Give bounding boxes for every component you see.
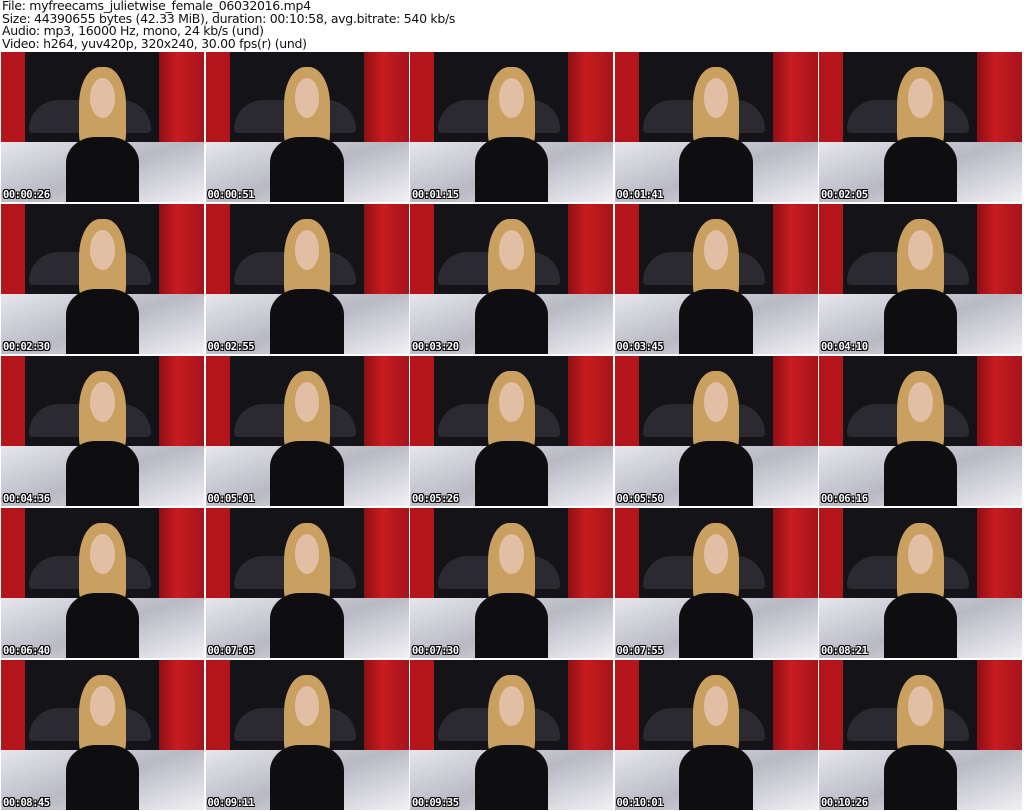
video-thumbnail: 00:08:21	[819, 508, 1022, 658]
timestamp: 00:01:41	[616, 189, 664, 201]
person	[679, 67, 753, 202]
person	[474, 523, 549, 658]
person	[474, 219, 549, 354]
video-thumbnail: 00:10:26	[819, 660, 1022, 810]
video-thumbnail: 00:04:36	[1, 356, 204, 506]
person	[474, 371, 549, 506]
video-thumbnail: 00:06:16	[819, 356, 1022, 506]
person	[270, 523, 344, 658]
video-thumbnail: 00:04:10	[819, 204, 1022, 354]
timestamp: 00:04:10	[821, 341, 868, 353]
video-thumbnail: 00:03:45	[614, 204, 818, 354]
video-thumbnail: 00:05:26	[410, 356, 613, 506]
video-thumbnail: 00:02:30	[1, 204, 204, 354]
video-thumbnail: 00:10:01	[614, 660, 818, 810]
person	[679, 675, 753, 810]
person	[270, 67, 344, 202]
video-thumbnail: 00:00:51	[205, 52, 409, 202]
video-thumbnail: 00:07:30	[410, 508, 613, 658]
person	[270, 675, 344, 810]
timestamp: 00:01:15	[412, 189, 459, 201]
video-thumbnail: 00:02:55	[205, 204, 409, 354]
timestamp: 00:05:50	[616, 493, 664, 505]
person	[679, 219, 753, 354]
thumbnail-grid: 00:00:26 00:00:51 00:01:15 00:01:41 00:02:05…	[1, 52, 1022, 810]
video-thumbnail: 00:09:35	[410, 660, 613, 810]
timestamp: 00:09:35	[412, 797, 459, 809]
video-thumbnail: 00:07:05	[205, 508, 409, 658]
timestamp: 00:06:40	[3, 645, 50, 657]
timestamp: 00:04:36	[3, 493, 50, 505]
video-thumbnail: 00:03:20	[410, 204, 613, 354]
timestamp: 00:10:01	[616, 797, 664, 809]
timestamp: 00:10:26	[821, 797, 868, 809]
person	[679, 523, 753, 658]
timestamp: 00:09:11	[207, 797, 255, 809]
timestamp: 00:02:30	[3, 341, 50, 353]
timestamp: 00:05:01	[207, 493, 255, 505]
timestamp: 00:05:26	[412, 493, 459, 505]
timestamp: 00:02:05	[821, 189, 868, 201]
timestamp: 00:08:21	[821, 645, 868, 657]
timestamp: 00:03:45	[616, 341, 664, 353]
person	[883, 67, 958, 202]
video-thumbnail: 00:09:11	[205, 660, 409, 810]
person	[270, 371, 344, 506]
person	[65, 219, 140, 354]
video-thumbnail: 00:02:05	[819, 52, 1022, 202]
video-thumbnail: 00:08:45	[1, 660, 204, 810]
timestamp: 00:02:55	[207, 341, 255, 353]
file-info-header: File: myfreecams_julietwise_female_06032…	[2, 0, 455, 50]
video-thumbnail: 00:05:01	[205, 356, 409, 506]
timestamp: 00:00:26	[3, 189, 50, 201]
timestamp: 00:07:55	[616, 645, 664, 657]
video-thumbnail: 00:01:15	[410, 52, 613, 202]
person	[65, 675, 140, 810]
video-thumbnail: 00:06:40	[1, 508, 204, 658]
person	[883, 219, 958, 354]
timestamp: 00:03:20	[412, 341, 459, 353]
video-info: Video: h264, yuv420p, 320x240, 30.00 fps…	[2, 35, 307, 51]
video-thumbnail: 00:05:50	[614, 356, 818, 506]
timestamp: 00:07:30	[412, 645, 459, 657]
person	[65, 67, 140, 202]
person	[679, 371, 753, 506]
video-thumbnail: 00:00:26	[1, 52, 204, 202]
person	[883, 371, 958, 506]
person	[883, 523, 958, 658]
person	[883, 675, 958, 810]
video-thumbnail: 00:07:55	[614, 508, 818, 658]
timestamp: 00:07:05	[207, 645, 255, 657]
person	[65, 371, 140, 506]
person	[474, 67, 549, 202]
timestamp: 00:08:45	[3, 797, 50, 809]
person	[474, 675, 549, 810]
person	[65, 523, 140, 658]
person	[270, 219, 344, 354]
video-thumbnail: 00:01:41	[614, 52, 818, 202]
timestamp: 00:00:51	[207, 189, 255, 201]
timestamp: 00:06:16	[821, 493, 868, 505]
